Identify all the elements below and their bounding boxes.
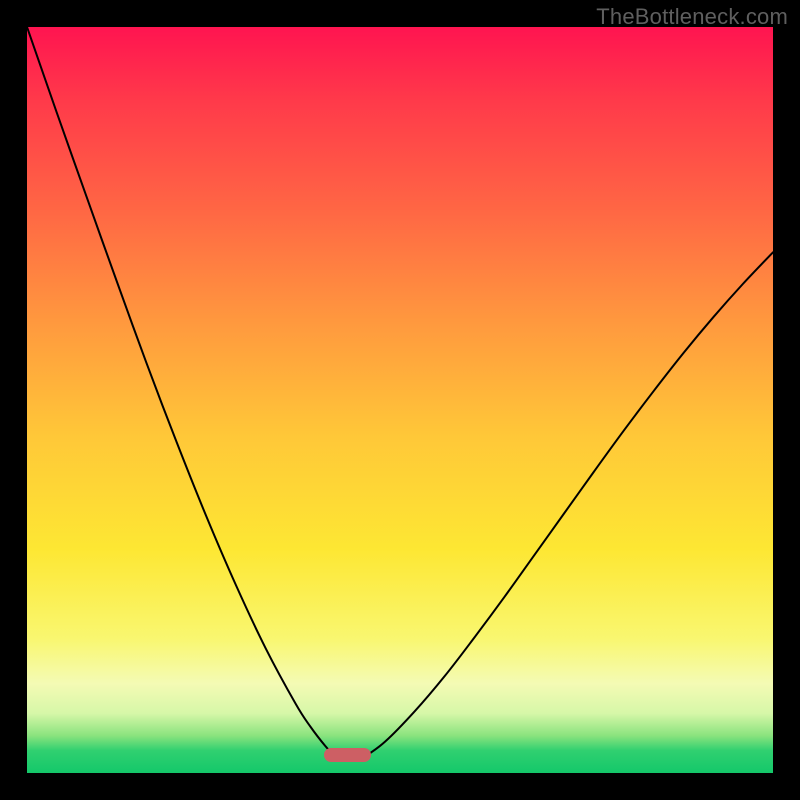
plot-area [27, 27, 773, 773]
chart-stage: TheBottleneck.com [0, 0, 800, 800]
bottom-marker [324, 748, 371, 762]
watermark-text: TheBottleneck.com [596, 4, 788, 30]
gradient-background [27, 27, 773, 773]
